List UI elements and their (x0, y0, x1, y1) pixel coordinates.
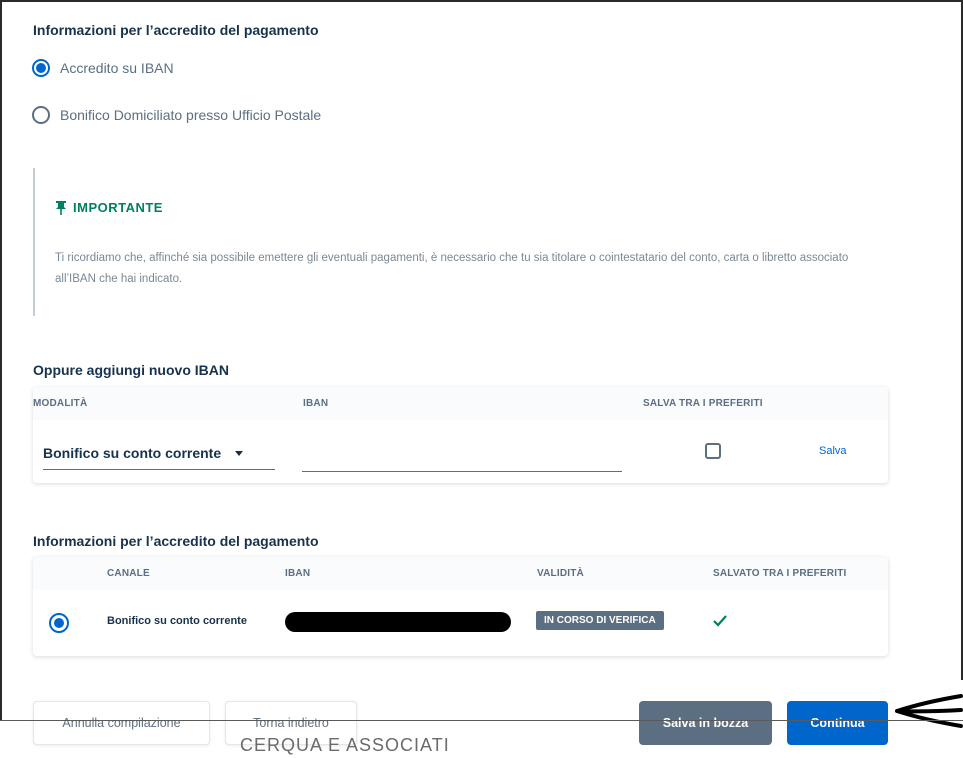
callout-text: Ti ricordiamo che, affinché sia possibil… (55, 252, 849, 285)
header-salvato-preferiti: SALVATO TRA I PREFERITI (713, 568, 847, 579)
saved-table-header: CANALE IBAN VALIDITÀ SALVATO TRA I PREFE… (33, 557, 888, 590)
footer-fragment: CERQUA E ASSOCIATI (240, 735, 450, 755)
callout-title: IMPORTANTE (55, 200, 163, 215)
window-border-top (0, 0, 963, 2)
pin-icon (56, 200, 66, 215)
saved-iban-card: CANALE IBAN VALIDITÀ SALVATO TRA I PREFE… (33, 557, 888, 656)
radio-unchecked-icon[interactable] (32, 106, 50, 124)
window-border-left (0, 0, 2, 721)
header-validita: VALIDITÀ (537, 568, 584, 579)
iban-input[interactable] (302, 439, 622, 472)
header-iban: IBAN (303, 398, 329, 409)
annotation-arrow-icon (895, 694, 963, 728)
chevron-down-icon[interactable] (235, 450, 244, 456)
cancel-button[interactable]: Annulla compilazione (33, 701, 210, 745)
callout-title-text: IMPORTANTE (73, 200, 163, 215)
header-salva-preferiti: SALVA TRA I PREFERITI (643, 398, 763, 409)
header-modalita: MODALITÀ (33, 398, 88, 409)
saved-section-title: Informazioni per l’accredito del pagamen… (33, 533, 319, 549)
save-draft-button[interactable]: Salva in bozza (639, 701, 772, 745)
mode-select[interactable]: Bonifico su conto corrente (43, 437, 275, 470)
redacted-iban (285, 612, 511, 632)
radio-checked-icon[interactable] (32, 59, 50, 77)
radio-accredito-iban[interactable]: Accredito su IBAN (32, 59, 174, 77)
new-iban-card: MODALITÀ IBAN SALVA TRA I PREFERITI Boni… (33, 387, 888, 483)
radio-label: Bonifico Domiciliato presso Ufficio Post… (60, 107, 322, 123)
new-iban-title: Oppure aggiungi nuovo IBAN (33, 362, 229, 378)
radio-label: Accredito su IBAN (60, 60, 174, 76)
mode-select-value: Bonifico su conto corrente (43, 445, 222, 461)
check-icon (713, 615, 727, 627)
row-channel: Bonifico su conto corrente (107, 615, 247, 627)
row-radio-checked-icon[interactable] (49, 613, 69, 633)
continue-button[interactable]: Continua (787, 701, 888, 745)
window-border-bottom (0, 720, 963, 721)
header-canale: CANALE (107, 568, 150, 579)
payment-section-title: Informazioni per l’accredito del pagamen… (33, 22, 319, 38)
save-iban-link[interactable]: Salva (819, 445, 847, 457)
important-callout: IMPORTANTE Ti ricordiamo che, affinché s… (33, 168, 895, 316)
status-badge: IN CORSO DI VERIFICA (536, 611, 664, 630)
new-iban-table-header: MODALITÀ IBAN SALVA TRA I PREFERITI (33, 387, 888, 420)
radio-bonifico-domiciliato[interactable]: Bonifico Domiciliato presso Ufficio Post… (32, 106, 321, 124)
header-iban: IBAN (285, 568, 311, 579)
save-favorite-checkbox[interactable] (705, 443, 721, 459)
